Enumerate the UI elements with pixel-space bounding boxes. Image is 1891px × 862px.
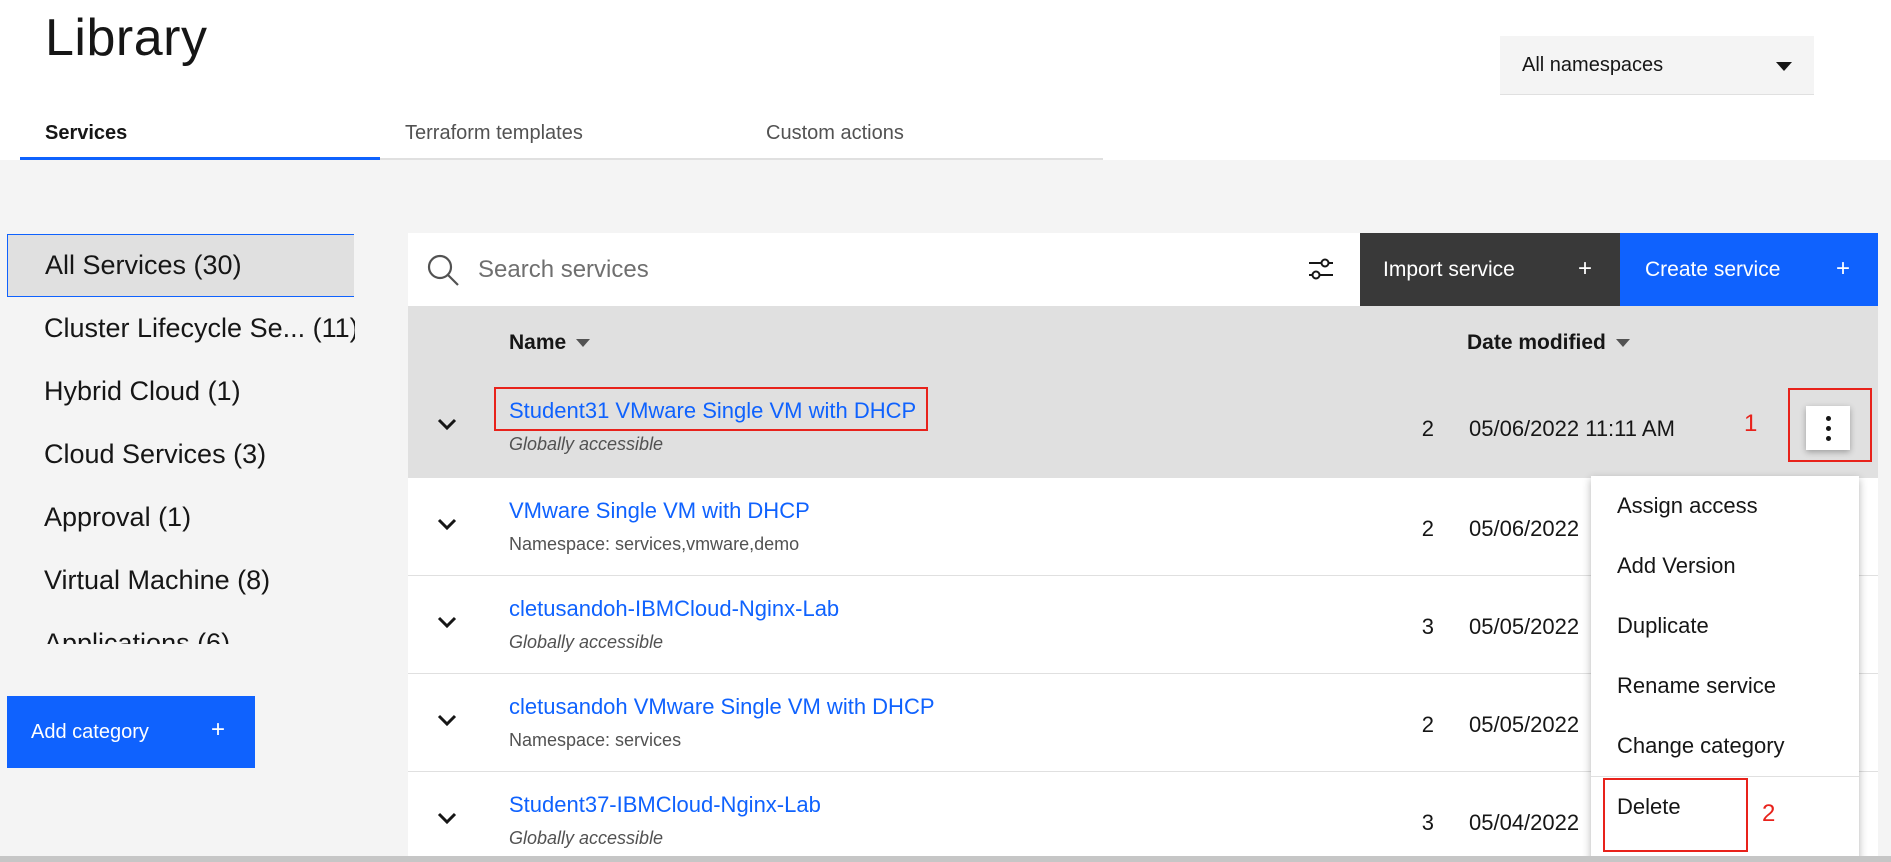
kebab-dot: [1825, 435, 1831, 441]
category-applications[interactable]: Applications (6): [7, 612, 355, 644]
service-scope: Globally accessible: [509, 632, 664, 652]
overflow-menu-button[interactable]: [1806, 406, 1850, 450]
table-header: Name Date modified: [408, 306, 1878, 378]
sort-arrow-icon: [1615, 339, 1630, 348]
service-name-link[interactable]: Student37-IBMCloud-Nginx-Lab: [509, 792, 821, 818]
import-service-label: Import service: [1383, 257, 1515, 281]
page-title: Library: [45, 9, 208, 67]
table-toolbar: Import service + Create service +: [408, 233, 1878, 306]
kebab-dot: [1825, 425, 1831, 431]
search-icon: [427, 254, 459, 286]
service-name-link[interactable]: Student31 VMware Single VM with DHCP: [509, 398, 916, 424]
create-service-label: Create service: [1645, 257, 1781, 281]
search-input[interactable]: [478, 243, 1348, 297]
chevron-down-icon[interactable]: [436, 712, 458, 728]
category-cluster-lifecycle[interactable]: Cluster Lifecycle Se... (11): [7, 297, 355, 360]
column-name-label: Name: [509, 331, 567, 354]
plus-icon: +: [1835, 255, 1850, 282]
chevron-down-icon[interactable]: [436, 810, 458, 826]
service-date-modified: 05/06/2022: [1469, 516, 1580, 541]
service-date-modified: 05/06/2022 11:11 AM: [1469, 416, 1675, 441]
service-version-count: 2: [1421, 416, 1434, 441]
menu-item-change-category[interactable]: Change category: [1591, 716, 1859, 776]
service-scope: Globally accessible: [509, 828, 664, 848]
category-virtual-machine[interactable]: Virtual Machine (8): [7, 549, 355, 612]
filter-settings-icon[interactable]: [1306, 255, 1336, 285]
annotation-step-1: 1: [1744, 410, 1758, 437]
tab-terraform-templates[interactable]: Terraform templates: [380, 112, 741, 160]
tab-bar: Services Terraform templates Custom acti…: [20, 112, 1103, 160]
category-sidebar: All Services (30) Cluster Lifecycle Se..…: [7, 234, 355, 644]
import-service-button[interactable]: Import service +: [1360, 233, 1620, 306]
menu-item-duplicate[interactable]: Duplicate: [1591, 596, 1859, 656]
service-scope: Namespace: services: [509, 730, 682, 750]
service-scope: Namespace: services,vmware,demo: [509, 534, 800, 554]
service-scope: Globally accessible: [509, 434, 664, 454]
caret-down-icon: [1776, 62, 1792, 71]
plus-icon: +: [1577, 255, 1592, 282]
service-date-modified: 05/04/2022: [1469, 810, 1580, 835]
service-version-count: 2: [1421, 516, 1434, 541]
category-all-services[interactable]: All Services (30): [7, 234, 354, 297]
tab-services[interactable]: Services: [20, 112, 380, 160]
add-category-label: Add category: [31, 720, 149, 743]
tab-custom-actions[interactable]: Custom actions: [741, 112, 1103, 160]
service-name-link[interactable]: cletusandoh VMware Single VM with DHCP: [509, 694, 935, 720]
table-row: Student31 VMware Single VM with DHCP Glo…: [408, 378, 1878, 478]
page-header: Library All namespaces Services Terrafor…: [0, 0, 1891, 160]
service-name-link[interactable]: cletusandoh-IBMCloud-Nginx-Lab: [509, 596, 839, 622]
plus-icon: +: [210, 716, 225, 743]
bottom-scrollbar-strip: [0, 856, 1891, 862]
column-header-name[interactable]: Name: [509, 331, 591, 355]
service-version-count: 3: [1421, 810, 1434, 835]
menu-item-assign-access[interactable]: Assign access: [1591, 476, 1859, 536]
category-cloud-services[interactable]: Cloud Services (3): [7, 423, 355, 486]
chevron-down-icon[interactable]: [436, 614, 458, 630]
service-name-link[interactable]: VMware Single VM with DHCP: [509, 498, 810, 524]
category-hybrid-cloud[interactable]: Hybrid Cloud (1): [7, 360, 355, 423]
service-date-modified: 05/05/2022: [1469, 614, 1580, 639]
column-header-date-modified[interactable]: Date modified: [1467, 331, 1630, 355]
overflow-menu: Assign access Add Version Duplicate Rena…: [1591, 476, 1859, 862]
chevron-down-icon[interactable]: [436, 416, 458, 432]
menu-item-rename-service[interactable]: Rename service: [1591, 656, 1859, 716]
namespace-select[interactable]: All namespaces: [1500, 36, 1814, 95]
menu-item-add-version[interactable]: Add Version: [1591, 536, 1859, 596]
sort-arrow-icon: [576, 339, 591, 348]
namespace-select-value: All namespaces: [1522, 53, 1664, 76]
service-version-count: 2: [1421, 712, 1434, 737]
service-version-count: 3: [1421, 614, 1434, 639]
create-service-button[interactable]: Create service +: [1620, 233, 1878, 306]
chevron-down-icon[interactable]: [436, 516, 458, 532]
service-date-modified: 05/05/2022: [1469, 712, 1580, 737]
annotation-step-2: 2: [1762, 800, 1776, 827]
category-approval[interactable]: Approval (1): [7, 486, 355, 549]
menu-item-delete[interactable]: Delete: [1591, 777, 1859, 837]
kebab-dot: [1825, 415, 1831, 421]
add-category-button[interactable]: Add category +: [7, 696, 255, 768]
column-date-label: Date modified: [1467, 331, 1606, 354]
